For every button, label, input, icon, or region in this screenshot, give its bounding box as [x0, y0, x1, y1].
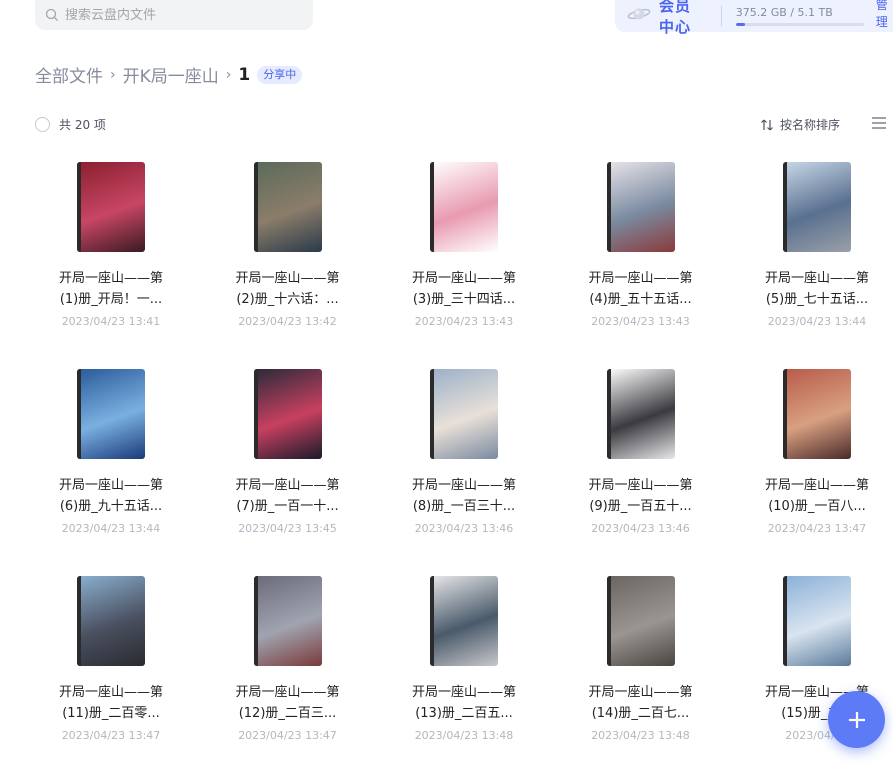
list-view-icon[interactable] — [872, 117, 886, 129]
file-thumbnail — [430, 576, 498, 666]
vip-panel: 会员中心 375.2 GB / 5.1 TB 管理 — [615, 0, 893, 36]
file-date: 2023/04/23 13:42 — [238, 315, 337, 328]
file-thumbnail — [253, 576, 322, 666]
select-all[interactable]: 共 20 项 — [35, 116, 106, 133]
breadcrumb: 全部文件 › 开K局一座山 › 1 分享中 — [35, 62, 303, 87]
file-name[interactable]: 开局一座山——第 (10)册_一百八... — [741, 475, 893, 517]
plus-icon — [848, 711, 865, 728]
file-thumbnail — [430, 369, 498, 459]
file-thumbnail — [77, 162, 145, 252]
item-count: 共 20 项 — [59, 118, 106, 132]
file-name[interactable]: 开局一座山——第 (8)册_一百三十... — [388, 475, 540, 517]
file-name[interactable]: 开局一座山——第 (2)册_十六话：... — [212, 268, 364, 310]
breadcrumb-folder[interactable]: 开K局一座山 — [123, 62, 219, 87]
storage-bar — [735, 23, 864, 26]
divider — [721, 6, 722, 26]
file-thumbnail — [783, 162, 851, 252]
file-name[interactable]: 开局一座山——第 (6)册_九十五话... — [35, 475, 187, 517]
file-thumbnail — [606, 576, 675, 666]
select-all-checkbox[interactable] — [35, 117, 50, 132]
file-name[interactable]: 开局一座山——第 (11)册_二百零... — [35, 682, 187, 724]
file-thumbnail — [783, 576, 851, 666]
add-button[interactable] — [828, 691, 885, 748]
chevron-right-icon: › — [110, 66, 116, 83]
file-name[interactable]: 开局一座山——第 (3)册_三十四话... — [388, 268, 540, 310]
file-thumbnail — [430, 162, 498, 252]
file-date: 2023/04/23 13:47 — [238, 729, 337, 742]
file-thumbnail — [253, 369, 322, 459]
file-name[interactable]: 开局一座山——第 (5)册_七十五话... — [741, 268, 893, 310]
file-date: 2023/04/23 13:41 — [61, 315, 161, 328]
file-date: 2023/04/23 13:47 — [61, 729, 161, 742]
file-date: 2023/04/23 13:43 — [591, 315, 690, 328]
sort-button[interactable]: 按名称排序 — [760, 116, 840, 133]
sort-label: 按名称排序 — [780, 118, 841, 132]
file-thumbnail — [77, 369, 145, 459]
file-name[interactable]: 开局一座山——第 (1)册_开局！一... — [35, 268, 187, 310]
search-icon — [45, 8, 59, 22]
file-date: 2023/04/23 13:48 — [414, 729, 514, 742]
file-name[interactable]: 开局一座山——第 (12)册_二百三... — [212, 682, 364, 724]
breadcrumb-all-files[interactable]: 全部文件 — [35, 62, 103, 87]
breadcrumb-current: 1 — [238, 64, 251, 85]
file-date: 2023/04/23 13:47 — [767, 522, 867, 535]
file-name[interactable]: 开局一座山——第 (14)册_二百七... — [565, 682, 717, 724]
file-name[interactable]: 开局一座山——第 (13)册_二百五... — [388, 682, 540, 724]
file-thumbnail — [783, 369, 851, 459]
file-thumbnail — [606, 162, 675, 252]
file-thumbnail — [253, 162, 322, 252]
file-date: 2023/04/23 13:44 — [767, 315, 867, 328]
file-thumbnail — [77, 576, 145, 666]
file-name[interactable]: 开局一座山——第 (9)册_一百五十... — [565, 475, 717, 517]
storage-bar-fill — [735, 23, 745, 26]
storage-usage[interactable]: 375.2 GB / 5.1 TB — [735, 6, 864, 26]
sort-icon — [761, 119, 773, 130]
search-input[interactable] — [65, 7, 285, 23]
file-thumbnail — [606, 369, 675, 459]
file-date: 2023/04/23 13:46 — [591, 522, 690, 535]
storage-text: 375.2 GB / 5.1 TB — [735, 6, 833, 19]
file-date: 2023/04/23 13:44 — [61, 522, 161, 535]
file-date: 2023/04/23 13:45 — [238, 522, 337, 535]
manage-link[interactable]: 管理 — [876, 0, 893, 30]
file-name[interactable]: 开局一座山——第 (7)册_一百一十... — [212, 475, 364, 517]
file-date: 2023/04/23 13:46 — [414, 522, 514, 535]
vip-center-link[interactable]: 会员中心 — [659, 0, 705, 37]
search-box[interactable] — [35, 0, 313, 30]
chevron-right-icon: › — [225, 66, 232, 83]
file-name[interactable]: 开局一座山——第 (4)册_五十五话... — [565, 268, 717, 310]
file-date: 2023/04/23 13:48 — [591, 729, 690, 742]
planet-icon[interactable] — [627, 5, 659, 27]
sharing-badge: 分享中 — [257, 65, 303, 84]
file-date: 2023/04/23 13:43 — [414, 315, 514, 328]
